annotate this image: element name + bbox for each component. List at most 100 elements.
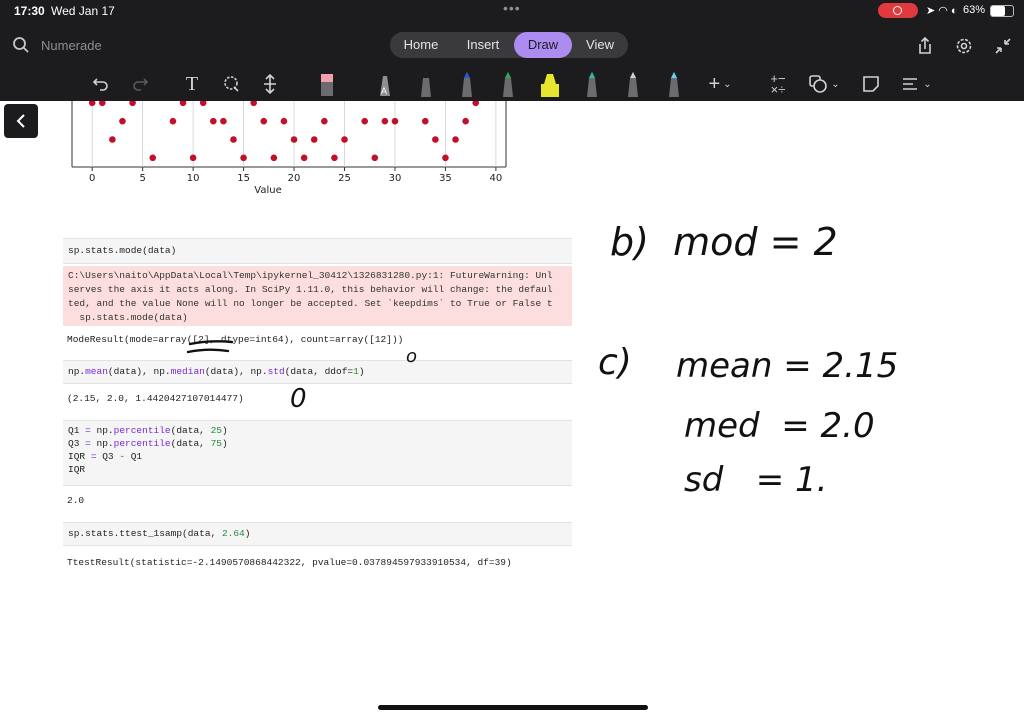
status-icons: ➤ ◠ ◐ bbox=[926, 5, 958, 17]
space-tool-icon[interactable] bbox=[257, 70, 283, 98]
status-time: 17:30 bbox=[14, 4, 45, 18]
x-tick-label: 15 bbox=[237, 173, 250, 184]
handwritten-zero-small: o bbox=[406, 346, 418, 367]
code-cell-mode[interactable]: sp.stats.mode(data) bbox=[63, 238, 572, 264]
data-point bbox=[452, 136, 459, 143]
shapes-icon[interactable]: ⌄ bbox=[806, 70, 842, 98]
multitasking-dots-icon[interactable]: ••• bbox=[503, 0, 521, 16]
x-tick-label: 40 bbox=[490, 173, 503, 184]
sticky-note-icon[interactable] bbox=[858, 70, 884, 98]
code-ttest: sp.stats.ttest_1samp(data, 2.64) bbox=[68, 528, 251, 539]
code-stats: np.mean(data), np.median(data), np.std(d… bbox=[68, 366, 365, 377]
warning-line-4: sp.stats.mode(data) bbox=[68, 312, 188, 323]
data-point bbox=[98, 101, 106, 107]
data-point bbox=[361, 117, 368, 125]
redo-icon[interactable] bbox=[127, 70, 153, 98]
answer-c-sd: sd = 1. bbox=[684, 460, 828, 500]
warning-output: C:\Users\naito\AppData\Local\Temp\ipyker… bbox=[63, 266, 572, 326]
warning-line-1: C:\Users\naito\AppData\Local\Temp\ipyker… bbox=[68, 270, 553, 281]
code-cell-stats[interactable]: np.mean(data), np.median(data), np.std(d… bbox=[63, 360, 572, 384]
data-point bbox=[169, 117, 177, 125]
code-iqr-line-3: IQR = Q3 - Q1 bbox=[68, 451, 143, 462]
data-point bbox=[210, 117, 217, 125]
data-point bbox=[391, 117, 399, 125]
answer-c-mean: mean = 2.15 bbox=[676, 346, 899, 386]
pen-light-blue-icon[interactable] bbox=[661, 70, 687, 98]
home-indicator[interactable] bbox=[378, 705, 648, 710]
battery-icon bbox=[990, 5, 1014, 17]
data-point bbox=[109, 136, 116, 143]
data-point bbox=[270, 154, 278, 162]
data-point bbox=[381, 117, 389, 125]
code-cell-ttest[interactable]: sp.stats.ttest_1samp(data, 2.64) bbox=[63, 522, 572, 546]
answer-c-label: c) bbox=[598, 342, 632, 383]
pen-gray-icon[interactable] bbox=[620, 70, 646, 98]
back-button[interactable] bbox=[4, 104, 38, 138]
code-mode: sp.stats.mode(data) bbox=[68, 245, 177, 256]
data-point bbox=[199, 101, 207, 107]
answer-b: b) mod = 2 bbox=[610, 220, 838, 264]
pen-teal-icon[interactable] bbox=[579, 70, 605, 98]
tab-home[interactable]: Home bbox=[390, 32, 452, 58]
code-iqr-line-2: Q3 = np.percentile(data, 75) bbox=[68, 438, 228, 449]
tab-insert[interactable]: Insert bbox=[452, 32, 514, 58]
tab-view[interactable]: View bbox=[572, 32, 628, 58]
data-point bbox=[371, 154, 379, 162]
answer-c-median: med = 2.0 bbox=[684, 406, 875, 446]
handwritten-underline bbox=[186, 340, 234, 354]
x-tick-label: 30 bbox=[389, 173, 402, 184]
data-point bbox=[230, 136, 237, 143]
screen-record-icon[interactable] bbox=[878, 3, 918, 18]
data-point bbox=[260, 117, 268, 125]
data-point bbox=[442, 154, 449, 162]
text-tool-icon[interactable]: T bbox=[179, 70, 205, 98]
eraser-icon[interactable] bbox=[314, 70, 340, 98]
data-point bbox=[280, 117, 288, 125]
tab-bar: Home Insert Draw View bbox=[390, 32, 628, 58]
collapse-icon[interactable] bbox=[992, 35, 1014, 57]
lasso-icon[interactable] bbox=[218, 70, 244, 98]
data-point bbox=[341, 136, 348, 143]
app-name: Numerade bbox=[41, 38, 102, 53]
data-point bbox=[240, 154, 247, 162]
x-tick-label: 5 bbox=[139, 173, 145, 184]
data-point bbox=[149, 154, 157, 162]
data-point bbox=[321, 117, 328, 125]
x-tick-label: 35 bbox=[439, 173, 452, 184]
data-point bbox=[250, 101, 257, 107]
code-cell-iqr[interactable]: Q1 = np.percentile(data, 25) Q3 = np.per… bbox=[63, 420, 572, 486]
x-tick-label: 10 bbox=[187, 173, 200, 184]
data-point bbox=[331, 154, 338, 162]
data-point bbox=[179, 101, 187, 107]
data-point bbox=[300, 154, 308, 162]
add-pen-icon[interactable]: + ⌄ bbox=[703, 70, 737, 98]
undo-icon[interactable] bbox=[88, 70, 114, 98]
math-icon[interactable]: +− ×÷ bbox=[765, 70, 791, 98]
pen-green-icon[interactable] bbox=[495, 70, 521, 98]
format-icon[interactable]: ⌄ bbox=[898, 70, 934, 98]
status-date: Wed Jan 17 bbox=[51, 4, 115, 18]
svg-text:A: A bbox=[381, 86, 387, 96]
battery-percent: 63% bbox=[963, 4, 986, 16]
stats-output: (2.15, 2.0, 1.4420427107014477) bbox=[67, 393, 244, 404]
data-point bbox=[88, 101, 96, 107]
tab-draw[interactable]: Draw bbox=[514, 32, 572, 58]
x-tick-label: 25 bbox=[338, 173, 351, 184]
pen-blue-icon[interactable] bbox=[454, 70, 480, 98]
data-point bbox=[462, 117, 469, 125]
handwritten-zero: 0 bbox=[290, 384, 307, 414]
chevron-left-icon bbox=[16, 114, 25, 128]
data-point bbox=[421, 117, 429, 125]
warning-line-2: serves the axis it acts along. In SciPy … bbox=[68, 284, 553, 295]
data-point bbox=[129, 101, 136, 107]
text-highlighter-icon[interactable]: A bbox=[372, 70, 398, 98]
highlighter-yellow-icon[interactable] bbox=[537, 70, 563, 98]
x-tick-label: 0 bbox=[89, 173, 95, 184]
gear-icon[interactable] bbox=[953, 35, 975, 57]
scatter-chart: 0 5 10 15 20 25 30 35 40 Value bbox=[71, 101, 507, 196]
data-point bbox=[310, 136, 318, 143]
pen-black-icon[interactable] bbox=[413, 70, 439, 98]
share-icon[interactable] bbox=[914, 35, 936, 57]
search-icon[interactable] bbox=[12, 36, 30, 54]
ttest-output: TtestResult(statistic=-2.149057086844232… bbox=[67, 557, 512, 568]
